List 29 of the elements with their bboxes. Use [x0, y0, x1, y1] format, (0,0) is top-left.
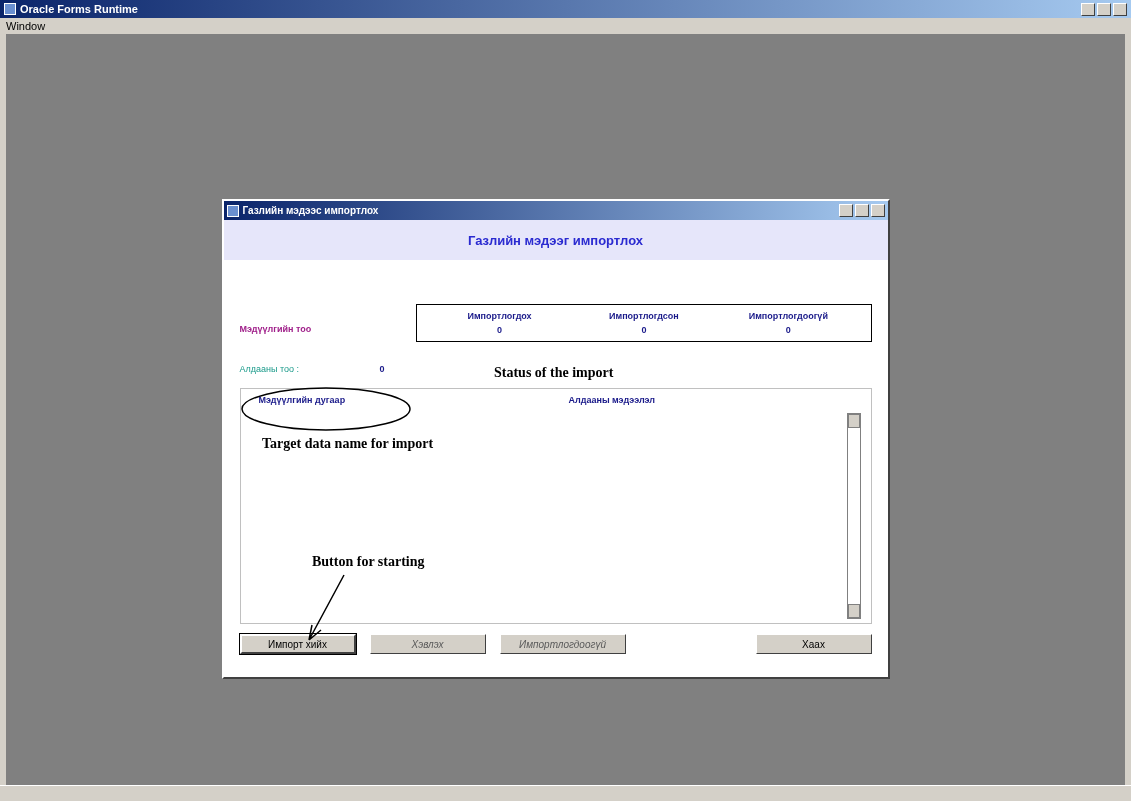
menu-item[interactable]: Window [6, 20, 46, 32]
minimize-button[interactable] [838, 204, 853, 217]
restore-button[interactable] [1097, 2, 1111, 16]
window-title: Oracle Forms Runtime [20, 3, 138, 15]
count-value: 0 [784, 325, 792, 335]
count-value: 0 [496, 325, 504, 335]
column-header: Импортлогдоогүй [747, 311, 829, 321]
annotation-text: Target data name for import [262, 436, 434, 452]
count-label: Мэдүүлгийн тоо [239, 324, 313, 336]
form-heading: Газлийн мэдээг импортлох [223, 220, 888, 260]
app-icon [4, 3, 16, 15]
error-count-label: Алдааны тоо : [239, 364, 300, 374]
close-button[interactable] [1113, 2, 1127, 16]
dialog-title: Газлийн мэдээс импортлох [242, 205, 379, 216]
column-header: Импортлогдсон [608, 311, 680, 321]
column-header: Импортлогдох [466, 311, 533, 321]
form-button[interactable]: Хаах [755, 634, 872, 654]
annotation-text: Status of the import [494, 365, 614, 381]
form-button[interactable]: Импорт хийх [239, 634, 356, 654]
column-header: Алдааны мэдээлэл [568, 395, 657, 405]
column-header: Мэдүүлгийн дугаар [258, 395, 347, 405]
app-icon [226, 204, 239, 217]
scrollbar[interactable] [846, 413, 861, 619]
minimize-button[interactable] [1081, 2, 1095, 16]
annotation-text: Button for starting [312, 554, 425, 570]
close-button[interactable] [870, 204, 885, 217]
count-value: 0 [640, 325, 648, 335]
maximize-button[interactable] [854, 204, 869, 217]
error-count-value: 0 [379, 364, 385, 374]
